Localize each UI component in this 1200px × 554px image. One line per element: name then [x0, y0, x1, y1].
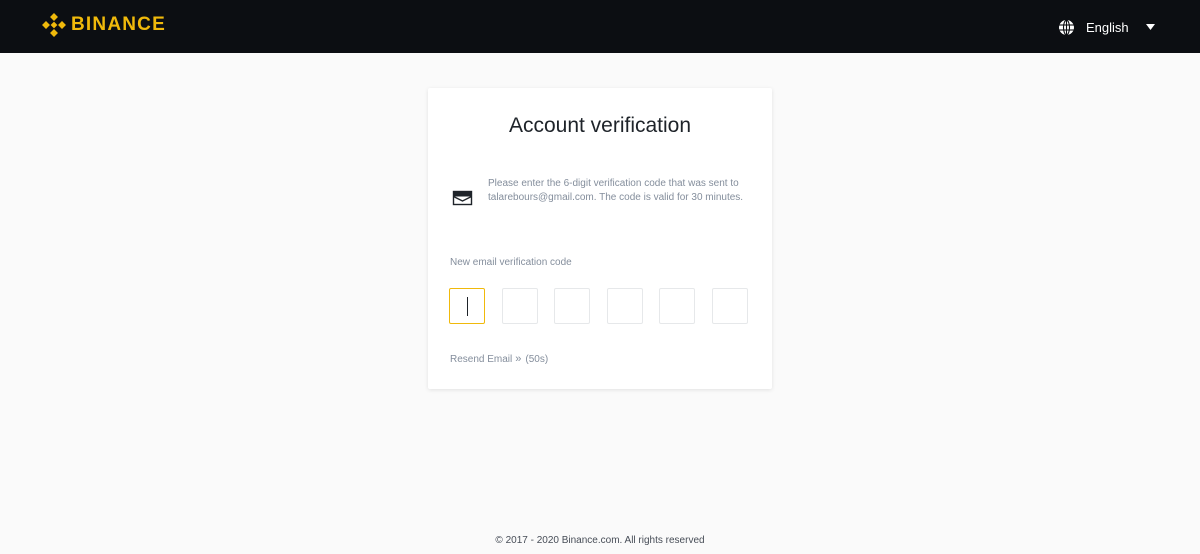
code-field-label: New email verification code [450, 257, 572, 268]
code-digit-3[interactable] [554, 288, 590, 324]
code-digit-5[interactable] [659, 288, 695, 324]
binance-logo[interactable]: BINANCE [42, 12, 166, 38]
caret-down-icon [1145, 24, 1155, 30]
resend-email-link[interactable]: Resend Email » (50s) [450, 353, 548, 365]
code-digit-2[interactable] [501, 288, 538, 324]
code-digit-4[interactable] [606, 288, 643, 324]
footer-copyright: © 2017 - 2020 Binance.com. All rights re… [495, 535, 705, 546]
double-chevron-right-icon: » [515, 353, 522, 365]
language-selector[interactable]: English [1058, 17, 1155, 37]
verification-card: Account verification Please enter the 6-… [428, 88, 772, 389]
verification-code-input [449, 288, 748, 324]
binance-diamond-logo-icon [42, 13, 66, 37]
page-title: Account verification [508, 114, 692, 137]
code-digit-6[interactable] [711, 288, 748, 324]
globe-icon [1059, 19, 1074, 35]
envelope-icon [452, 190, 473, 206]
resend-countdown: (50s) [525, 353, 549, 365]
code-digit-1[interactable] [449, 288, 485, 324]
top-navbar: BINANCE English [0, 0, 1200, 53]
brand-name: BINANCE [71, 14, 166, 35]
language-label: English [1086, 19, 1129, 35]
verification-instructions: Please enter the 6-digit verification co… [488, 178, 744, 203]
resend-label: Resend Email [450, 353, 513, 365]
text-cursor [467, 297, 468, 316]
